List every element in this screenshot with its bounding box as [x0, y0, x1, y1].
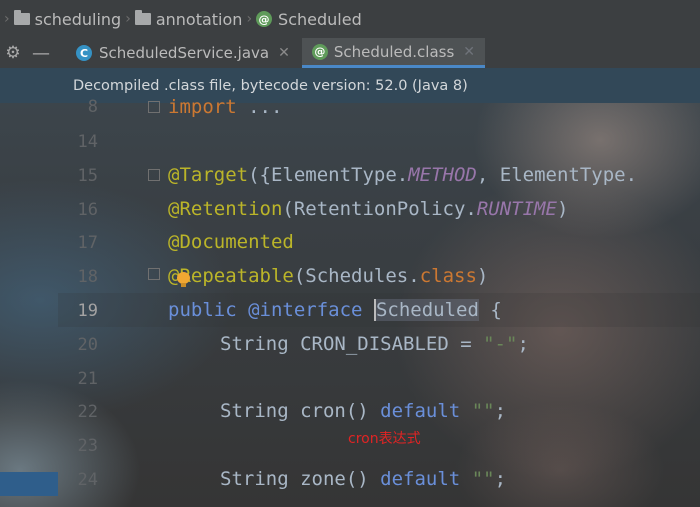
- breadcrumb: › scheduling › annotation › @ Scheduled: [0, 0, 700, 39]
- code-token: String zone(): [220, 468, 381, 490]
- fold-marker-icon[interactable]: [148, 101, 160, 113]
- close-icon[interactable]: ✕: [463, 44, 475, 60]
- code-line-18: @Repeatable(Schedules.class): [168, 265, 488, 287]
- code-token: "-": [483, 333, 518, 355]
- close-icon[interactable]: ✕: [278, 45, 290, 61]
- code-token: @Documented: [168, 231, 294, 253]
- code-token: ...: [236, 96, 283, 118]
- code-token: String cron(): [220, 400, 381, 422]
- code-token: class: [419, 265, 477, 287]
- code-token: "": [471, 400, 495, 422]
- breadcrumb-label: Scheduled: [278, 9, 362, 29]
- tab-scheduledservice[interactable]: C ScheduledService.java ✕: [66, 38, 300, 68]
- code-line-24: String zone() default "";: [220, 468, 506, 490]
- code-line-20: String CRON_DISABLED = "-";: [220, 333, 529, 355]
- line-number: 24: [77, 470, 98, 490]
- line-number: 22: [77, 402, 98, 422]
- line-number: 16: [77, 200, 98, 220]
- code-token: public: [168, 299, 237, 321]
- line-number: 18: [77, 267, 98, 287]
- banner-text: Decompiled .class file, bytecode version…: [73, 77, 468, 94]
- line-number: 23: [77, 436, 98, 456]
- code-token: "": [471, 468, 495, 490]
- code-line-22: String cron() default "";: [220, 400, 506, 422]
- code-token: default: [380, 400, 461, 422]
- line-number-current: 19: [77, 301, 98, 321]
- lightbulb-icon[interactable]: [177, 272, 190, 287]
- line-number: 15: [77, 166, 98, 186]
- code-token: ;: [517, 333, 529, 355]
- breadcrumb-item-scheduled[interactable]: @ Scheduled: [256, 10, 362, 29]
- code-token: ({ElementType.: [248, 164, 409, 186]
- decompiled-banner: Decompiled .class file, bytecode version…: [0, 68, 700, 103]
- code-line-16: @Retention(RetentionPolicy.RUNTIME): [168, 198, 568, 220]
- code-token: import: [168, 96, 237, 118]
- code-token: METHOD: [408, 164, 477, 186]
- gear-icon[interactable]: ⚙: [0, 38, 26, 68]
- line-number: 21: [77, 369, 98, 389]
- breadcrumb-label: annotation: [155, 9, 243, 29]
- line-number: 20: [77, 335, 98, 355]
- line-number: 8: [87, 97, 98, 117]
- folder-icon: [134, 10, 151, 25]
- code-token: (RetentionPolicy.: [282, 198, 477, 220]
- code-token: ): [556, 198, 569, 220]
- code-line-8: import ...: [168, 96, 282, 118]
- cron-note: cron表达式: [348, 431, 421, 447]
- project-selected-row[interactable]: [0, 472, 58, 496]
- annotation-icon: @: [256, 11, 273, 27]
- code-token: ;: [494, 400, 507, 422]
- code-token: ): [476, 265, 489, 287]
- code-token: (Schedules.: [293, 265, 420, 287]
- editor-tab-bar: ⚙ — C ScheduledService.java ✕ @ Schedule…: [0, 38, 700, 68]
- breadcrumb-label: scheduling: [34, 9, 122, 29]
- tab-label: ScheduledService.java: [99, 44, 270, 62]
- code-token: @Target: [168, 164, 249, 186]
- code-line-19: public @interface Scheduled {: [168, 299, 502, 321]
- minimize-icon[interactable]: —: [26, 38, 56, 68]
- code-token: RUNTIME: [476, 198, 557, 220]
- code-line-17: @Documented: [168, 231, 294, 253]
- code-line-15: @Target({ElementType.METHOD, ElementType…: [168, 164, 637, 186]
- breadcrumb-separator: ›: [4, 11, 10, 27]
- class-icon: C: [76, 45, 92, 61]
- code-token: @interface: [248, 299, 363, 321]
- fold-marker-icon[interactable]: [148, 169, 160, 181]
- fold-marker-icon[interactable]: [148, 268, 160, 280]
- breadcrumb-separator: ›: [125, 11, 131, 27]
- code-token: @Retention: [168, 198, 283, 220]
- code-token: ;: [494, 468, 507, 490]
- folder-icon: [13, 10, 30, 25]
- breadcrumb-separator: ›: [246, 11, 253, 27]
- breadcrumb-item-scheduling[interactable]: scheduling: [13, 9, 122, 29]
- code-token: String CRON_DISABLED =: [220, 333, 484, 355]
- code-token: {: [478, 299, 502, 321]
- line-number: 14: [77, 132, 98, 152]
- caret-highlighted-identifier[interactable]: Scheduled: [373, 299, 479, 321]
- line-number: 17: [77, 233, 98, 253]
- code-token: , ElementType.: [476, 164, 638, 186]
- code-editor[interactable]: 8 14 15 16 17 18 19 20 21 22 23 24 impor…: [58, 96, 700, 507]
- annotation-icon: @: [311, 43, 328, 60]
- tab-scheduled-class[interactable]: @ Scheduled.class ✕: [301, 38, 486, 68]
- code-token: default: [380, 468, 461, 490]
- breadcrumb-item-annotation[interactable]: annotation: [134, 9, 243, 29]
- project-panel[interactable]: [0, 103, 58, 507]
- tab-label: Scheduled.class: [333, 42, 455, 61]
